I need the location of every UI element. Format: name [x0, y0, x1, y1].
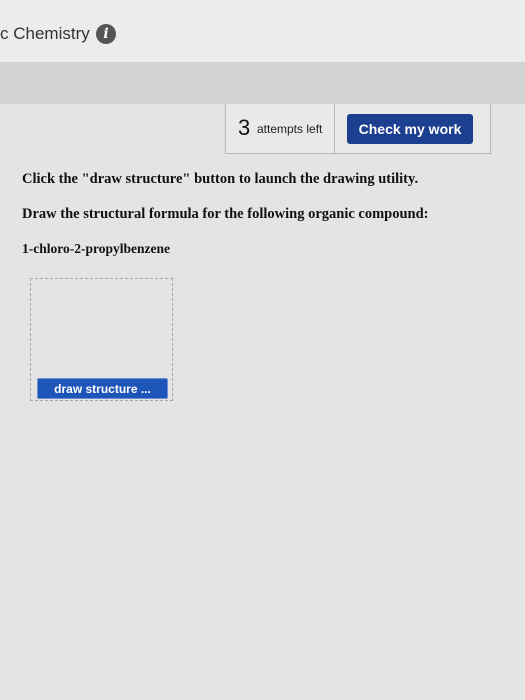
info-icon[interactable]: i [96, 24, 116, 44]
check-my-work-button[interactable]: Check my work [347, 114, 473, 144]
draw-structure-button[interactable]: draw structure ... [37, 378, 168, 399]
main-content [0, 104, 525, 700]
attempts-count: 3 [238, 115, 251, 140]
instruction-launch: Click the "draw structure" button to lau… [22, 171, 419, 187]
compound-name: 1-chloro-2-propylbenzene [22, 241, 170, 256]
check-work-container: Check my work [335, 104, 491, 154]
toolbar-band [0, 62, 525, 105]
attempts-counter: 3 attempts left [225, 104, 335, 154]
page-title: c Chemistry [0, 24, 90, 43]
attempts-label: attempts left [257, 122, 323, 136]
page-header: c Chemistry i [0, 0, 525, 62]
instruction-draw: Draw the structural formula for the foll… [22, 206, 429, 222]
